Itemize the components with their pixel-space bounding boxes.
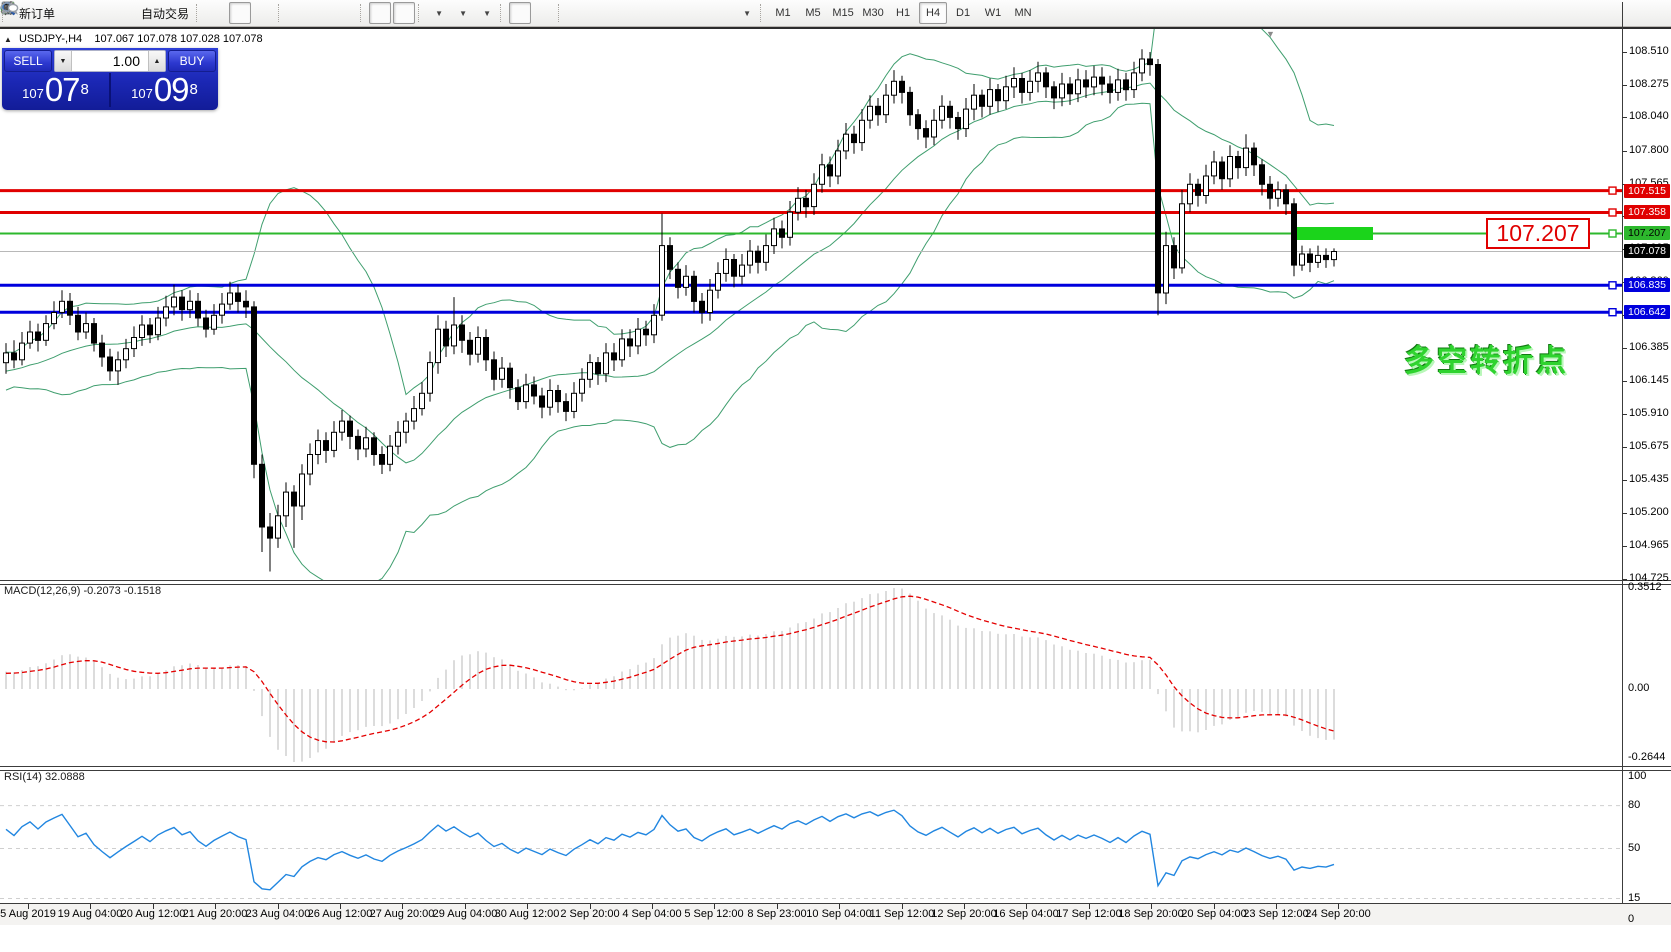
date-tick-mark xyxy=(590,904,591,909)
date-label: 26 Aug 12:00 xyxy=(308,908,373,920)
rsi-axis-label: 80 xyxy=(1628,799,1640,811)
price-tick-mark xyxy=(1622,513,1627,514)
level-badge: 106.642 xyxy=(1624,305,1670,319)
pane-separator[interactable] xyxy=(0,766,1671,771)
rsi-legend: RSI(14) 32.0888 xyxy=(4,771,85,783)
date-tick-mark xyxy=(215,904,216,909)
date-tick-mark xyxy=(153,904,154,909)
date-label: 16 Sep 04:00 xyxy=(993,908,1058,920)
price-tick-mark xyxy=(1622,151,1627,152)
date-label: 23 Sep 12:00 xyxy=(1243,908,1308,920)
price-axis-line xyxy=(1622,2,1623,903)
date-tick-mark xyxy=(28,904,29,909)
date-tick-mark xyxy=(652,904,653,909)
level-badge: 107.207 xyxy=(1624,226,1670,240)
date-label: 10 Sep 04:00 xyxy=(806,908,871,920)
date-label: 4 Sep 04:00 xyxy=(622,908,681,920)
date-tick-mark xyxy=(402,904,403,909)
date-tick-mark xyxy=(465,904,466,909)
price-tick-mark xyxy=(1622,52,1627,53)
price-tick-mark xyxy=(1622,348,1627,349)
macd-legend: MACD(12,26,9) -0.2073 -0.1518 xyxy=(4,585,161,597)
price-tick-mark xyxy=(1622,117,1627,118)
date-label: 11 Sep 12:00 xyxy=(870,908,935,920)
rsi-axis-label: 0 xyxy=(1628,913,1634,925)
price-tick: 106.385 xyxy=(1629,341,1669,353)
price-tick-mark xyxy=(1622,546,1627,547)
date-label: 18 Sep 20:00 xyxy=(1118,908,1183,920)
rsi-axis-label: 100 xyxy=(1628,770,1646,782)
date-strip: 5 Aug 201919 Aug 04:0020 Aug 12:0021 Aug… xyxy=(0,904,1671,925)
price-tick: 105.910 xyxy=(1629,407,1669,419)
date-tick-mark xyxy=(902,904,903,909)
price-tick: 105.435 xyxy=(1629,473,1669,485)
date-label: 24 Sep 20:00 xyxy=(1305,908,1370,920)
date-tick-mark xyxy=(1026,904,1027,909)
price-tick-mark xyxy=(1622,447,1627,448)
price-tick: 104.965 xyxy=(1629,539,1669,551)
date-tick-mark xyxy=(90,904,91,909)
date-label: 5 Sep 12:00 xyxy=(684,908,743,920)
annotation-text[interactable]: 多空转折点 xyxy=(1404,336,1569,380)
price-tick: 108.510 xyxy=(1629,45,1669,57)
price-tick: 108.040 xyxy=(1629,110,1669,122)
date-tick-mark xyxy=(1214,904,1215,909)
date-label: 2 Sep 20:00 xyxy=(560,908,619,920)
chart-shift-marker[interactable]: ▼ xyxy=(1266,29,1275,39)
mt4-terminal: 新订单 自动交易 ▼ ▼ ▼ E F A T ▼ xyxy=(0,0,1671,952)
date-tick-mark xyxy=(527,904,528,909)
price-tick-mark xyxy=(1622,414,1627,415)
date-label: 5 Aug 2019 xyxy=(0,908,56,920)
date-tick-mark xyxy=(1089,904,1090,909)
date-tick-mark xyxy=(1276,904,1277,909)
date-tick-mark xyxy=(1151,904,1152,909)
chart-canvas[interactable] xyxy=(0,0,1671,952)
rsi-axis-label: 15 xyxy=(1628,892,1640,904)
price-callout-label[interactable]: 107.207 xyxy=(1486,218,1590,249)
date-label: 30 Aug 12:00 xyxy=(495,908,560,920)
date-label: 27 Aug 20:00 xyxy=(370,908,435,920)
date-tick-mark xyxy=(777,904,778,909)
price-tick-mark xyxy=(1622,381,1627,382)
macd-axis-label: 0.3512 xyxy=(1628,581,1662,593)
date-label: 8 Sep 23:00 xyxy=(747,908,806,920)
date-tick-mark xyxy=(839,904,840,909)
price-tick: 105.200 xyxy=(1629,506,1669,518)
date-label: 29 Aug 04:00 xyxy=(433,908,498,920)
pane-separator[interactable] xyxy=(0,580,1671,585)
date-label: 19 Aug 04:00 xyxy=(58,908,123,920)
price-tick-mark xyxy=(1622,480,1627,481)
date-label: 23 Aug 04:00 xyxy=(246,908,311,920)
current-price-badge: 107.078 xyxy=(1624,244,1670,258)
date-tick-mark xyxy=(1338,904,1339,909)
price-tick: 106.145 xyxy=(1629,374,1669,386)
price-tick-mark xyxy=(1622,85,1627,86)
rsi-axis-label: 50 xyxy=(1628,842,1640,854)
macd-axis-label: -0.2644 xyxy=(1628,751,1665,763)
date-tick-mark xyxy=(340,904,341,909)
date-label: 12 Sep 20:00 xyxy=(931,908,996,920)
date-label: 20 Aug 12:00 xyxy=(121,908,186,920)
price-tick: 105.675 xyxy=(1629,440,1669,452)
macd-axis-label: 0.00 xyxy=(1628,682,1649,694)
date-label: 17 Sep 12:00 xyxy=(1056,908,1121,920)
date-label: 20 Sep 04:00 xyxy=(1181,908,1246,920)
date-tick-mark xyxy=(964,904,965,909)
level-badge: 107.358 xyxy=(1624,205,1670,219)
level-badge: 107.515 xyxy=(1624,184,1670,198)
date-label: 21 Aug 20:00 xyxy=(183,908,248,920)
price-tick: 108.275 xyxy=(1629,78,1669,90)
price-tick: 107.800 xyxy=(1629,144,1669,156)
date-tick-mark xyxy=(278,904,279,909)
price-tick-mark xyxy=(1622,579,1627,580)
level-badge: 106.835 xyxy=(1624,278,1670,292)
date-tick-mark xyxy=(714,904,715,909)
